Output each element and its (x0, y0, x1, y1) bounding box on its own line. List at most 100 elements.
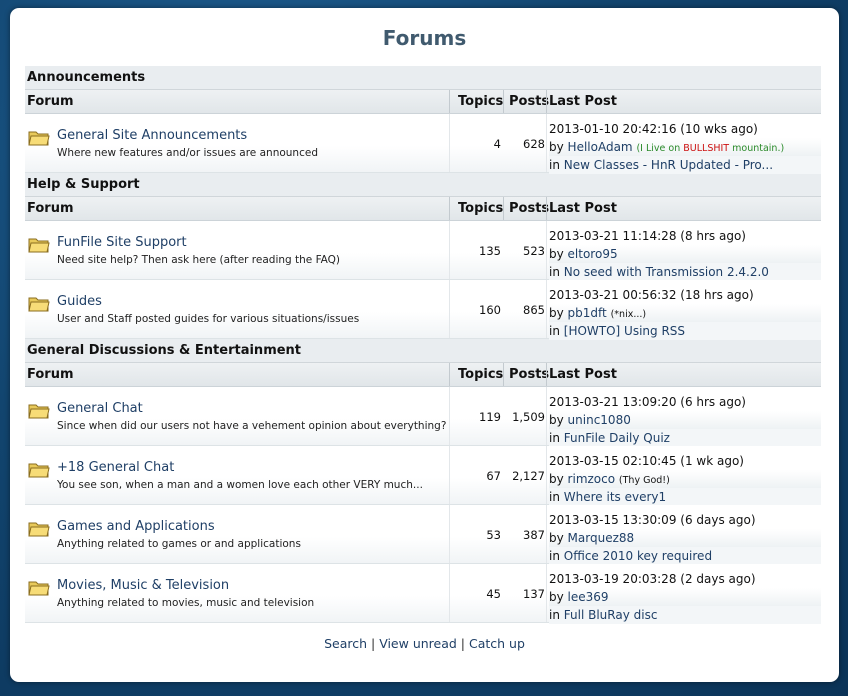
catch-up-link[interactable]: Catch up (469, 636, 525, 651)
view-unread-link[interactable]: View unread (379, 636, 457, 651)
forum-link[interactable]: Guides (57, 294, 102, 309)
last-post-time: 2013-03-15 02:10:45 (1 wk ago) (549, 454, 744, 468)
last-post-topic-link[interactable]: New Classes - HnR Updated - Pro... (564, 158, 773, 172)
footer-separator: | (367, 636, 380, 651)
forum-link[interactable]: General Site Announcements (57, 128, 247, 143)
forum-row: Guides User and Staff posted guides for … (25, 280, 821, 340)
last-post: 2013-03-21 00:56:32 (18 hrs ago) by pb1d… (549, 286, 821, 340)
topics-count: 119 (479, 410, 501, 424)
col-divider (449, 90, 450, 113)
last-post-user-link[interactable]: Marquez88 (568, 531, 635, 545)
last-post-time: 2013-03-21 11:14:28 (8 hrs ago) (549, 229, 746, 243)
last-post-topic-line: in Where its every1 (549, 488, 821, 506)
last-post-topic-line: in New Classes - HnR Updated - Pro... (549, 156, 821, 174)
last-post-user-link[interactable]: lee369 (568, 590, 609, 604)
col-posts: Posts (509, 201, 550, 216)
last-post-time: 2013-03-21 00:56:32 (18 hrs ago) (549, 288, 754, 302)
col-divider (449, 197, 450, 220)
last-post-user-link[interactable]: rimzoco (568, 472, 616, 486)
user-title-pre: (I Live on (636, 143, 684, 154)
last-post-topic-link[interactable]: Office 2010 key required (564, 549, 712, 563)
forum-description: User and Staff posted guides for various… (57, 313, 360, 325)
forum-row: General Chat Since when did our users no… (25, 387, 821, 447)
by-label: by (549, 140, 568, 154)
last-post-topic-link[interactable]: FunFile Daily Quiz (564, 431, 670, 445)
forum-row: Movies, Music & Television Anything rela… (25, 564, 821, 624)
col-forum: Forum (27, 367, 74, 382)
last-post-topic-link[interactable]: [HOWTO] Using RSS (564, 324, 685, 338)
last-post: 2013-03-19 20:03:28 (2 days ago) by lee3… (549, 570, 821, 624)
column-header-row: Forum Topics Posts Last Post (25, 363, 821, 387)
col-forum: Forum (27, 94, 74, 109)
user-title: (Thy God!) (618, 475, 670, 486)
last-post-time: 2013-03-21 13:09:20 (6 hrs ago) (549, 395, 746, 409)
last-post-author-line: by Marquez88 (549, 529, 821, 547)
forum-description: Anything related to movies, music and te… (57, 597, 315, 609)
topics-count: 160 (479, 303, 501, 317)
footer-separator: | (456, 636, 469, 651)
forum-description: Anything related to games or and applica… (57, 538, 301, 550)
topics-count: 53 (486, 528, 501, 542)
forum-row: +18 General Chat You see son, when a man… (25, 446, 821, 506)
last-post-topic-link[interactable]: No seed with Transmission 2.4.2.0 (564, 265, 769, 279)
folder-icon (28, 404, 50, 419)
last-post: 2013-01-10 20:42:16 (10 wks ago) by Hell… (549, 120, 821, 174)
by-label: by (549, 306, 568, 320)
forum-row: FunFile Site Support Need site help? The… (25, 221, 821, 281)
posts-count: 523 (523, 244, 545, 258)
forum-link[interactable]: FunFile Site Support (57, 235, 187, 250)
column-header-row: Forum Topics Posts Last Post (25, 90, 821, 114)
section-header-announcements: Announcements (25, 66, 821, 90)
in-label: in (549, 431, 564, 445)
forum-link[interactable]: +18 General Chat (57, 460, 174, 475)
last-post-user-link[interactable]: eltoro95 (568, 247, 618, 261)
last-post: 2013-03-21 11:14:28 (8 hrs ago) by eltor… (549, 227, 821, 281)
col-topics: Topics (458, 201, 504, 216)
col-divider (546, 387, 547, 445)
col-divider (546, 197, 547, 220)
forum-link[interactable]: Games and Applications (57, 519, 215, 534)
col-divider (546, 221, 547, 279)
in-label: in (549, 549, 564, 563)
col-last-post: Last Post (549, 201, 617, 216)
col-divider (503, 90, 504, 113)
forum-panel: Forums Announcements Forum Topics Posts … (10, 8, 839, 682)
search-link[interactable]: Search (324, 636, 367, 651)
by-label: by (549, 531, 568, 545)
col-divider (546, 446, 547, 504)
in-label: in (549, 265, 564, 279)
user-title: (*nix...) (610, 309, 647, 320)
folder-icon (28, 238, 50, 253)
by-label: by (549, 247, 568, 261)
topics-count: 67 (486, 469, 501, 483)
last-post-topic-line: in [HOWTO] Using RSS (549, 322, 821, 340)
posts-count: 137 (523, 587, 545, 601)
last-post-author-line: by rimzoco (Thy God!) (549, 470, 821, 488)
last-post-author-line: by lee369 (549, 588, 821, 606)
forum-description: Where new features and/or issues are ann… (57, 147, 318, 159)
last-post-author-line: by HelloAdam (I Live on BULLSHIT mountai… (549, 138, 821, 156)
last-post-topic-link[interactable]: Full BluRay disc (564, 608, 658, 622)
forum-description: Since when did our users not have a vehe… (57, 420, 447, 432)
last-post-time: 2013-03-19 20:03:28 (2 days ago) (549, 572, 756, 586)
folder-icon (28, 297, 50, 312)
forum-description: You see son, when a man and a women love… (57, 479, 423, 491)
forum-link[interactable]: General Chat (57, 401, 143, 416)
forum-description: Need site help? Then ask here (after rea… (57, 254, 341, 266)
last-post-user-link[interactable]: HelloAdam (568, 140, 633, 154)
folder-icon (28, 131, 50, 146)
forum-link[interactable]: Movies, Music & Television (57, 578, 229, 593)
footer-links: Search | View unread | Catch up (10, 636, 839, 651)
posts-count: 1,509 (512, 410, 545, 424)
last-post-user-link[interactable]: uninc1080 (568, 413, 631, 427)
last-post-topic-line: in Office 2010 key required (549, 547, 821, 565)
col-posts: Posts (509, 367, 550, 382)
last-post-topic-link[interactable]: Where its every1 (564, 490, 666, 504)
posts-count: 865 (523, 303, 545, 317)
forum-row: Games and Applications Anything related … (25, 505, 821, 565)
folder-icon (28, 522, 50, 537)
user-title-post: mountain.) (729, 143, 785, 154)
folder-icon (28, 581, 50, 596)
last-post-user-link[interactable]: pb1dft (568, 306, 607, 320)
col-last-post: Last Post (549, 367, 617, 382)
